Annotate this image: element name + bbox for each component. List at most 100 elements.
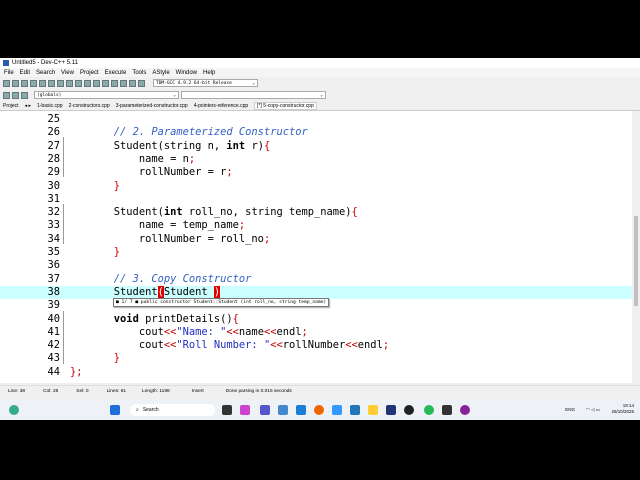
- tab-file[interactable]: 3-parameterized-constructor.cpp: [116, 103, 188, 109]
- code-line[interactable]: 35 }: [0, 246, 632, 259]
- menu-file[interactable]: File: [4, 70, 14, 76]
- code-token: <<: [163, 339, 177, 352]
- redo-icon[interactable]: [66, 79, 73, 87]
- chevron-down-icon: ⌄: [252, 80, 255, 86]
- open-icon[interactable]: [12, 79, 19, 87]
- rebuild-icon[interactable]: [120, 79, 127, 87]
- code-line[interactable]: 34 rollNumber = roll_no;: [0, 233, 632, 246]
- code-line[interactable]: 27 Student(string n, int r){: [0, 140, 632, 153]
- bookmark-icon[interactable]: [21, 91, 28, 99]
- menu-tools[interactable]: Tools: [132, 70, 146, 76]
- close-icon[interactable]: [39, 79, 46, 87]
- terminal-icon[interactable]: [442, 405, 452, 415]
- status-bar: Line: 38 Col: 25 Sel: 0 Lines: 61 Length…: [0, 385, 640, 397]
- code-line[interactable]: 32 Student(int roll_no, string temp_name…: [0, 206, 632, 219]
- parameter-hint-tooltip: ■ 1/ 7 ■ public constructor Student::Stu…: [113, 298, 330, 307]
- whatsapp-icon[interactable]: [424, 405, 434, 415]
- tab-file[interactable]: [*] 5-copy-constructor.cpp: [254, 102, 317, 110]
- code-line[interactable]: 43 }: [0, 352, 632, 365]
- code-token: rollNumber: [282, 339, 346, 352]
- menu-execute[interactable]: Execute: [105, 70, 127, 76]
- code-line[interactable]: 37 // 3. Copy Constructor: [0, 273, 632, 286]
- tab-scroll-arrows[interactable]: ◂ ▸: [25, 103, 31, 109]
- menu-edit[interactable]: Edit: [20, 70, 30, 76]
- save-all-icon[interactable]: [30, 79, 37, 87]
- line-number: 44: [47, 365, 60, 378]
- menu-search[interactable]: Search: [36, 70, 55, 76]
- code-text: rollNumber = r;: [70, 166, 233, 179]
- code-text: name = n;: [70, 153, 195, 166]
- line-number: 30: [47, 179, 60, 192]
- run-icon[interactable]: [102, 79, 109, 87]
- compile-icon[interactable]: [93, 79, 100, 87]
- task-view-icon[interactable]: [222, 405, 232, 415]
- start-icon[interactable]: [110, 405, 120, 415]
- new-icon[interactable]: [3, 79, 10, 87]
- menu-help[interactable]: Help: [203, 70, 215, 76]
- menu-project[interactable]: Project: [80, 70, 99, 76]
- menu-astyle[interactable]: AStyle: [152, 70, 169, 76]
- code-token: name = n: [70, 152, 189, 165]
- calculator-icon[interactable]: [350, 405, 360, 415]
- clock[interactable]: 19:14 26/10/2025: [611, 403, 634, 415]
- line-number: 25: [47, 113, 60, 125]
- scope-value: (globals): [37, 92, 62, 98]
- file-explorer-icon[interactable]: [368, 405, 378, 415]
- code-token: ;: [238, 219, 246, 232]
- tab-file[interactable]: 1-basic.cpp: [37, 103, 63, 109]
- undo-icon[interactable]: [57, 79, 64, 87]
- code-token: printDetails(): [138, 312, 233, 325]
- member-select[interactable]: ⌄: [181, 91, 326, 99]
- copilot-icon[interactable]: [240, 405, 250, 415]
- debug-icon[interactable]: [138, 79, 145, 87]
- widgets-icon[interactable]: [9, 405, 19, 415]
- code-line[interactable]: 40 void printDetails(){: [0, 313, 632, 326]
- class-icon[interactable]: [3, 91, 10, 99]
- menu-window[interactable]: Window: [176, 70, 197, 76]
- code-line[interactable]: 33 name = temp_name;: [0, 219, 632, 232]
- code-line[interactable]: 29 rollNumber = r;: [0, 166, 632, 179]
- code-line[interactable]: 41 cout<<"Name: "<<name<<endl;: [0, 326, 632, 339]
- code-line[interactable]: 42 cout<<"Roll Number: "<<rollNumber<<en…: [0, 339, 632, 352]
- print-icon[interactable]: [48, 79, 55, 87]
- tab-file[interactable]: 4-pointers-reference.cpp: [194, 103, 248, 109]
- app-icon[interactable]: [404, 405, 414, 415]
- app-icon[interactable]: [332, 405, 342, 415]
- code-line[interactable]: 31: [0, 193, 632, 206]
- code-text: }: [70, 246, 120, 259]
- code-line[interactable]: 28 name = n;: [0, 153, 632, 166]
- scope-select[interactable]: (globals) ⌄: [34, 91, 179, 99]
- vertical-scrollbar[interactable]: [632, 111, 640, 383]
- code-token: {: [351, 206, 358, 219]
- firefox-icon[interactable]: [314, 405, 324, 415]
- code-token: ): [213, 285, 221, 298]
- save-icon[interactable]: [21, 79, 28, 87]
- class-toolbar: (globals) ⌄ ⌄: [0, 89, 640, 101]
- code-line[interactable]: 30 }: [0, 180, 632, 193]
- taskbar-search[interactable]: ⌕ Search: [130, 404, 215, 416]
- compile-run-icon[interactable]: [111, 79, 118, 87]
- code-line[interactable]: 26 // 2. Parameterized Constructor: [0, 126, 632, 139]
- code-token: };: [70, 365, 83, 378]
- goto-icon[interactable]: [12, 91, 19, 99]
- find-icon[interactable]: [75, 79, 82, 87]
- teams-icon[interactable]: [260, 405, 270, 415]
- compiler-select[interactable]: TDM-GCC 4.9.2 64-bit Release ⌄: [153, 79, 258, 87]
- code-line[interactable]: 36: [0, 259, 632, 272]
- tab-file[interactable]: 2-constructors.cpp: [69, 103, 110, 109]
- code-token: {: [232, 312, 239, 325]
- vscode-icon[interactable]: [296, 405, 306, 415]
- replace-icon[interactable]: [84, 79, 91, 87]
- scrollbar-thumb[interactable]: [634, 216, 638, 306]
- project-panel-label[interactable]: Project: [3, 103, 19, 109]
- check-icon[interactable]: [129, 79, 136, 87]
- wifi-volume-battery-icon[interactable]: ◠ ◁ ▭: [586, 407, 600, 413]
- code-line[interactable]: 25: [0, 113, 632, 126]
- devcpp-taskbar-icon[interactable]: [386, 405, 396, 415]
- tray-language[interactable]: ENG: [565, 407, 575, 412]
- podcast-icon[interactable]: [460, 405, 470, 415]
- code-line[interactable]: 44};: [0, 366, 632, 379]
- edge-icon[interactable]: [278, 405, 288, 415]
- menu-view[interactable]: View: [61, 70, 74, 76]
- code-editor[interactable]: 25 26 // 2. Parameterized Constructor 27 S…: [0, 110, 640, 383]
